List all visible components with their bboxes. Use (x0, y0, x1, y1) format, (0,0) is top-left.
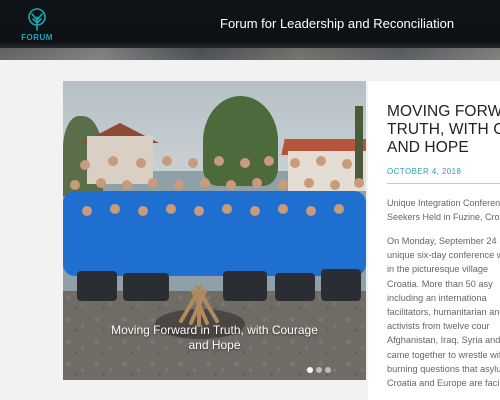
photo-firewood (179, 285, 219, 327)
logo-text: FORUM (21, 33, 53, 42)
slider-dot-3[interactable] (325, 367, 331, 373)
slider-image[interactable]: Moving Forward in Truth, with Courage an… (63, 81, 366, 380)
site-title[interactable]: Forum for Leadership and Reconciliation (220, 16, 454, 31)
article-title[interactable]: MOVING FORWAR TRUTH, WITH COU AND HOPE (387, 103, 500, 157)
slide-caption[interactable]: Moving Forward in Truth, with Courage an… (63, 323, 366, 353)
article-divider (387, 183, 500, 184)
tree-logo-icon (28, 8, 46, 31)
header-background-strip (0, 48, 500, 60)
slider-dot-1[interactable] (307, 367, 313, 373)
article-subtitle: Unique Integration Conferenc Seekers Hel… (387, 198, 500, 222)
article-panel: MOVING FORWAR TRUTH, WITH COU AND HOPE O… (368, 81, 500, 400)
site-header: FORUM Forum for Leadership and Reconcili… (0, 0, 500, 60)
article-date: OCTOBER 4, 2018 (387, 167, 462, 176)
article-content: MOVING FORWAR TRUTH, WITH COU AND HOPE O… (387, 103, 500, 390)
site-logo[interactable]: FORUM (14, 8, 60, 46)
slider-pagination (307, 360, 347, 373)
slider-dot-2[interactable] (316, 367, 322, 373)
article-body: On Monday, September 24 unique six-day c… (387, 236, 500, 389)
